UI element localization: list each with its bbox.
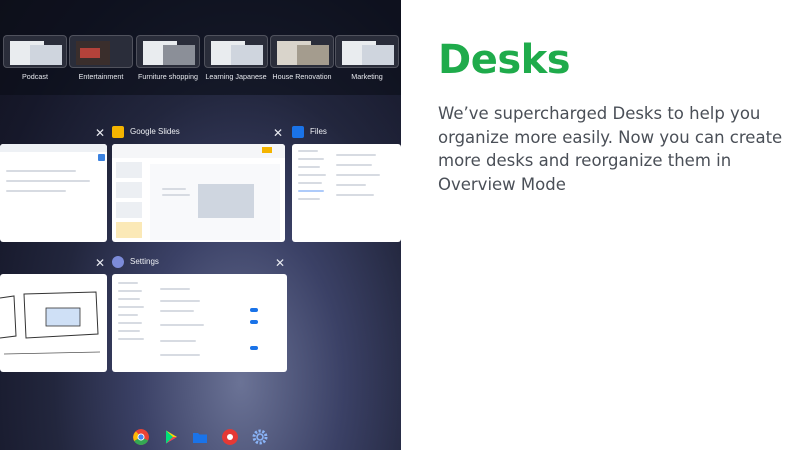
desk-furniture-shopping[interactable]: Furniture shopping — [136, 35, 200, 81]
feature-description: We’ve supercharged Desks to help you org… — [438, 104, 783, 194]
window-title: Google Slides — [130, 127, 180, 136]
window-preview — [112, 144, 285, 242]
window-google-slides[interactable]: Google Slides ✕ — [112, 126, 285, 242]
desk-label: Podcast — [22, 72, 48, 81]
window-sketch[interactable]: ✕ — [0, 256, 107, 372]
window-preview — [112, 274, 287, 372]
desk-label: Furniture shopping — [138, 72, 198, 81]
files-app-icon — [292, 126, 304, 138]
desk-podcast[interactable]: Podcast — [3, 35, 67, 81]
chromeos-overview-screen: Podcast Entertainment Furniture shopping… — [0, 0, 401, 450]
close-icon[interactable]: ✕ — [273, 256, 287, 270]
play-store-icon[interactable] — [163, 429, 179, 445]
window-files[interactable]: Files — [292, 126, 401, 242]
photo-app-icon[interactable] — [222, 429, 238, 445]
window-preview — [0, 274, 107, 372]
desk-entertainment[interactable]: Entertainment — [69, 35, 133, 81]
sketch-drawing — [0, 291, 101, 355]
desk-thumbnail — [335, 35, 399, 68]
desk-label: Marketing — [351, 72, 383, 81]
settings-icon[interactable] — [252, 429, 268, 445]
desk-thumbnail — [270, 35, 334, 68]
shelf — [0, 424, 401, 450]
window-preview — [292, 144, 401, 242]
settings-app-icon — [112, 256, 124, 268]
desk-thumbnail — [136, 35, 200, 68]
window-title: Files — [310, 127, 327, 136]
desk-label: House Renovation — [272, 72, 332, 81]
slide: Podcast Entertainment Furniture shopping… — [0, 0, 800, 450]
window-document[interactable]: ✕ — [0, 126, 107, 242]
window-title: Settings — [130, 257, 159, 266]
desk-house-renovation[interactable]: House Renovation — [270, 35, 334, 81]
feature-title: Desks — [438, 37, 571, 83]
desk-thumbnail — [204, 35, 268, 68]
slides-app-icon — [112, 126, 124, 138]
desk-label: Learning Japanese — [205, 72, 267, 81]
chrome-icon[interactable] — [133, 429, 149, 445]
close-icon[interactable]: ✕ — [93, 256, 107, 270]
desk-thumbnail — [3, 35, 67, 68]
close-icon[interactable]: ✕ — [271, 126, 285, 140]
window-preview — [0, 144, 107, 242]
files-icon[interactable] — [192, 429, 208, 445]
feature-panel: Desks We’ve supercharged Desks to help y… — [401, 0, 800, 450]
desk-marketing[interactable]: Marketing — [335, 35, 399, 81]
desk-label: Entertainment — [78, 72, 124, 81]
close-icon[interactable]: ✕ — [93, 126, 107, 140]
desk-learning-japanese[interactable]: Learning Japanese — [204, 35, 268, 81]
window-settings[interactable]: Settings ✕ — [112, 256, 287, 372]
desk-thumbnail — [69, 35, 133, 68]
